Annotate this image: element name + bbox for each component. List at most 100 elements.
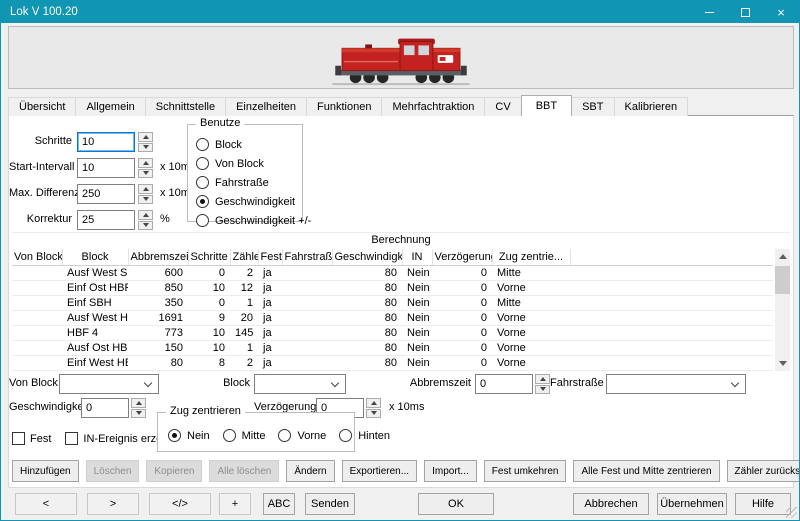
hilfe-button[interactable]: Hilfe <box>735 493 791 515</box>
plus-button[interactable]: + <box>219 493 251 515</box>
benutze-option-von-block[interactable]: Von Block <box>196 154 302 173</box>
table-cell <box>12 340 62 355</box>
spin-up-button[interactable] <box>366 398 381 408</box>
import-button[interactable]: Import... <box>424 460 477 482</box>
column-header-verzogerung[interactable]: Verzögerung <box>432 249 492 265</box>
abbrechen-button[interactable]: Abbrechen <box>573 493 649 515</box>
zug-zentrieren-option-hinten[interactable]: Hinten <box>339 426 390 445</box>
block-combobox[interactable] <box>254 374 346 394</box>
scrollbar-down-button[interactable] <box>775 356 790 371</box>
tab-bbt[interactable]: BBT <box>521 95 572 116</box>
abbremszeit-spinner[interactable] <box>535 374 550 394</box>
spin-down-button[interactable] <box>366 409 381 419</box>
zug-zentrieren-option-nein[interactable]: Nein <box>168 426 210 445</box>
maximize-button[interactable] <box>727 1 763 23</box>
spin-down-button[interactable] <box>138 195 153 205</box>
tab-sbt[interactable]: SBT <box>571 97 614 116</box>
benutze-option-fahrstrasse[interactable]: Fahrstraße <box>196 173 302 192</box>
table-row[interactable]: HBF 477310145ja80Nein0Vorne <box>12 325 773 340</box>
column-header-zug-zentrie[interactable]: Zug zentrie... <box>492 249 570 265</box>
spin-down-button[interactable] <box>138 143 153 153</box>
column-header-fahrstrasse[interactable]: Fahrstraße <box>282 249 332 265</box>
fahrstrasse-combobox[interactable] <box>606 374 746 394</box>
spin-down-button[interactable] <box>131 409 146 419</box>
max-differenz-spinner[interactable] <box>138 184 153 204</box>
alle-loeschen-button[interactable]: Alle löschen <box>209 460 279 482</box>
start-intervall-spinner[interactable] <box>138 158 153 178</box>
spin-up-button[interactable] <box>138 158 153 168</box>
column-header-von-block[interactable]: Von Block <box>12 249 62 265</box>
spin-up-button[interactable] <box>535 374 550 384</box>
minimize-button[interactable] <box>691 1 727 23</box>
zaehler-zuruecksetzen-button[interactable]: Zähler zurücksetzen <box>727 460 800 482</box>
tab-ubersicht[interactable]: Übersicht <box>8 97 76 116</box>
table-scrollbar[interactable] <box>775 249 790 371</box>
close-button[interactable]: × <box>763 1 799 23</box>
geschwindigkeit-input[interactable] <box>81 398 129 418</box>
tab-allgemein[interactable]: Allgemein <box>75 97 145 116</box>
uebernehmen-button[interactable]: Übernehmen <box>657 493 727 515</box>
next-button[interactable]: > <box>87 493 139 515</box>
prev-button[interactable]: < <box>15 493 77 515</box>
kopieren-button[interactable]: Kopieren <box>146 460 202 482</box>
benutze-option-geschwindigkeit[interactable]: Geschwindigkeit +/- <box>196 211 302 230</box>
fest-checkbox-item[interactable]: Fest <box>12 432 51 445</box>
hinzufuegen-button[interactable]: Hinzufügen <box>12 460 79 482</box>
table-row[interactable]: Ausf West HBF1691920ja80Nein0Vorne <box>12 310 773 325</box>
spin-down-button[interactable] <box>138 169 153 179</box>
abc-button[interactable]: ABC <box>263 493 295 515</box>
tab-funktionen[interactable]: Funktionen <box>306 97 382 116</box>
column-header-abbremszeit[interactable]: Abbremszeit <box>128 249 188 265</box>
column-header-in[interactable]: IN <box>402 249 432 265</box>
tab-schnittstelle[interactable]: Schnittstelle <box>145 97 226 116</box>
verzoegerung-spinner[interactable] <box>366 398 381 418</box>
spin-up-button[interactable] <box>138 132 153 142</box>
zug-zentrieren-option-vorne[interactable]: Vorne <box>278 426 326 445</box>
geschwindigkeit-spinner[interactable] <box>131 398 146 418</box>
aendern-button[interactable]: Ändern <box>286 460 334 482</box>
scrollbar-thumb[interactable] <box>775 266 790 294</box>
scrollbar-up-button[interactable] <box>775 249 790 264</box>
fest-umkehren-button[interactable]: Fest umkehren <box>484 460 567 482</box>
column-header-block[interactable]: Block <box>62 249 128 265</box>
column-header-fest[interactable]: Fest <box>258 249 282 265</box>
abbremszeit-input[interactable] <box>475 374 533 394</box>
table-row[interactable]: Einf Ost HBF8501012ja80Nein0Vorne <box>12 280 773 295</box>
korrektur-input[interactable] <box>77 210 135 230</box>
table-row[interactable]: Einf SBH35001ja80Nein0Mitte <box>12 295 773 310</box>
benutze-option-block[interactable]: Block <box>196 135 302 154</box>
tab-cv[interactable]: CV <box>484 97 521 116</box>
korrektur-spinner[interactable] <box>138 210 153 230</box>
column-header-zahler[interactable]: Zähler <box>230 249 258 265</box>
spin-up-button[interactable] <box>138 184 153 194</box>
alle-fest-und-mitte-zentrieren-button[interactable]: Alle Fest und Mitte zentrieren <box>573 460 719 482</box>
resize-grip[interactable] <box>786 507 797 518</box>
schritte-input[interactable] <box>77 132 135 152</box>
loeschen-button[interactable]: Löschen <box>86 460 140 482</box>
senden-button[interactable]: Senden <box>305 493 355 515</box>
tab-kalibrieren[interactable]: Kalibrieren <box>614 97 689 116</box>
max-differenz-input[interactable] <box>77 184 135 204</box>
von-block-combobox[interactable] <box>59 374 159 394</box>
benutze-option-geschwindigkeit[interactable]: Geschwindigkeit <box>196 192 302 211</box>
column-header-geschwindigkeit[interactable]: Geschwindigkeit <box>332 249 402 265</box>
table-row[interactable]: Ausf West SBH60002ja80Nein0Mitte <box>12 265 773 280</box>
start-intervall-input[interactable] <box>77 158 135 178</box>
tab-mehrfachtraktion[interactable]: Mehrfachtraktion <box>381 97 485 116</box>
table-cell <box>282 280 332 295</box>
in-ereignis-checkbox[interactable] <box>65 432 78 445</box>
code-button[interactable]: </> <box>149 493 211 515</box>
ok-button[interactable]: OK <box>418 493 494 515</box>
spin-down-button[interactable] <box>138 221 153 231</box>
spin-up-button[interactable] <box>138 210 153 220</box>
fest-checkbox[interactable] <box>12 432 25 445</box>
table-row[interactable]: Einf West HBF8082ja80Nein0Vorne <box>12 355 773 370</box>
table-row[interactable]: Ausf Ost HBF150101ja80Nein0Vorne <box>12 340 773 355</box>
column-header-schritte[interactable]: Schritte <box>188 249 230 265</box>
schritte-spinner[interactable] <box>138 132 153 152</box>
tab-einzelheiten[interactable]: Einzelheiten <box>225 97 307 116</box>
zug-zentrieren-option-mitte[interactable]: Mitte <box>223 426 266 445</box>
spin-up-button[interactable] <box>131 398 146 408</box>
spin-down-button[interactable] <box>535 385 550 395</box>
exportieren-button[interactable]: Exportieren... <box>342 460 417 482</box>
